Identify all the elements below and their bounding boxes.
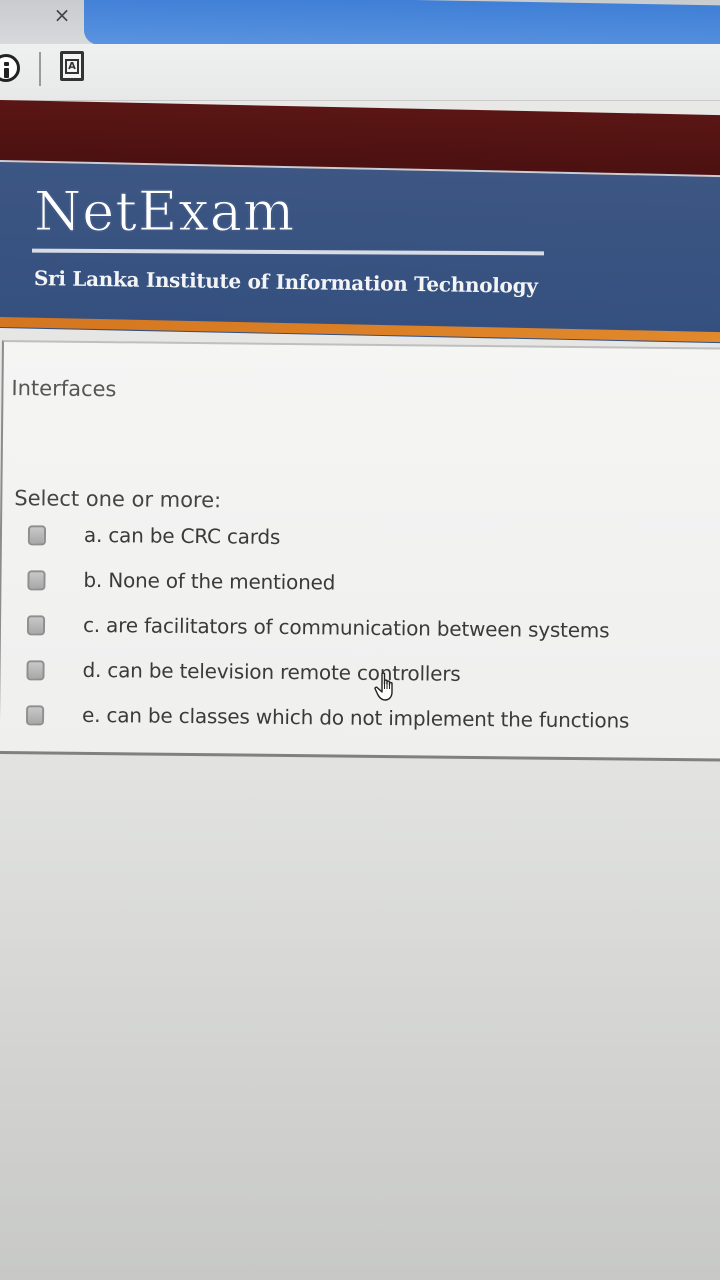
answer-option-a[interactable]: a. can be CRC cards [22, 522, 702, 559]
address-divider [39, 52, 41, 86]
option-c-label[interactable]: c. are facilitators of communication bet… [83, 613, 610, 643]
address-bar[interactable]: A [0, 44, 720, 101]
page-background [0, 760, 720, 1280]
question-prompt: Select one or more: [14, 486, 222, 513]
option-d-checkbox[interactable] [26, 660, 45, 681]
answer-option-d[interactable]: d. can be television remote controllers [20, 657, 700, 694]
option-b-label[interactable]: b. None of the mentioned [83, 568, 335, 595]
page-icon-letter: A [65, 59, 79, 74]
answer-option-c[interactable]: c. are facilitators of communication bet… [21, 612, 701, 649]
option-c-checkbox[interactable] [26, 615, 46, 636]
question-title: Interfaces [11, 376, 117, 402]
screen: × A NetExam Sri Lanka Institute of Infor… [0, 0, 720, 1280]
question-panel: Interfaces Select one or more: a. can be… [0, 340, 720, 762]
option-a-checkbox[interactable] [27, 525, 47, 546]
hand-pointer-icon [374, 672, 393, 701]
close-tab-icon[interactable]: × [50, 2, 74, 28]
page-icon[interactable]: A [60, 51, 84, 81]
browser-tab-strip: × [0, 0, 720, 56]
option-e-checkbox[interactable] [25, 705, 45, 726]
site-logo[interactable]: NetExam [33, 180, 295, 244]
answer-option-b[interactable]: b. None of the mentioned [21, 567, 701, 604]
option-b-checkbox[interactable] [27, 570, 46, 591]
info-icon[interactable] [0, 54, 20, 82]
answer-option-e[interactable]: e. can be classes which do not implement… [20, 702, 700, 739]
option-d-label[interactable]: d. can be television remote controllers [82, 658, 460, 686]
option-e-label[interactable]: e. can be classes which do not implement… [82, 703, 629, 733]
option-a-label[interactable]: a. can be CRC cards [84, 523, 280, 549]
